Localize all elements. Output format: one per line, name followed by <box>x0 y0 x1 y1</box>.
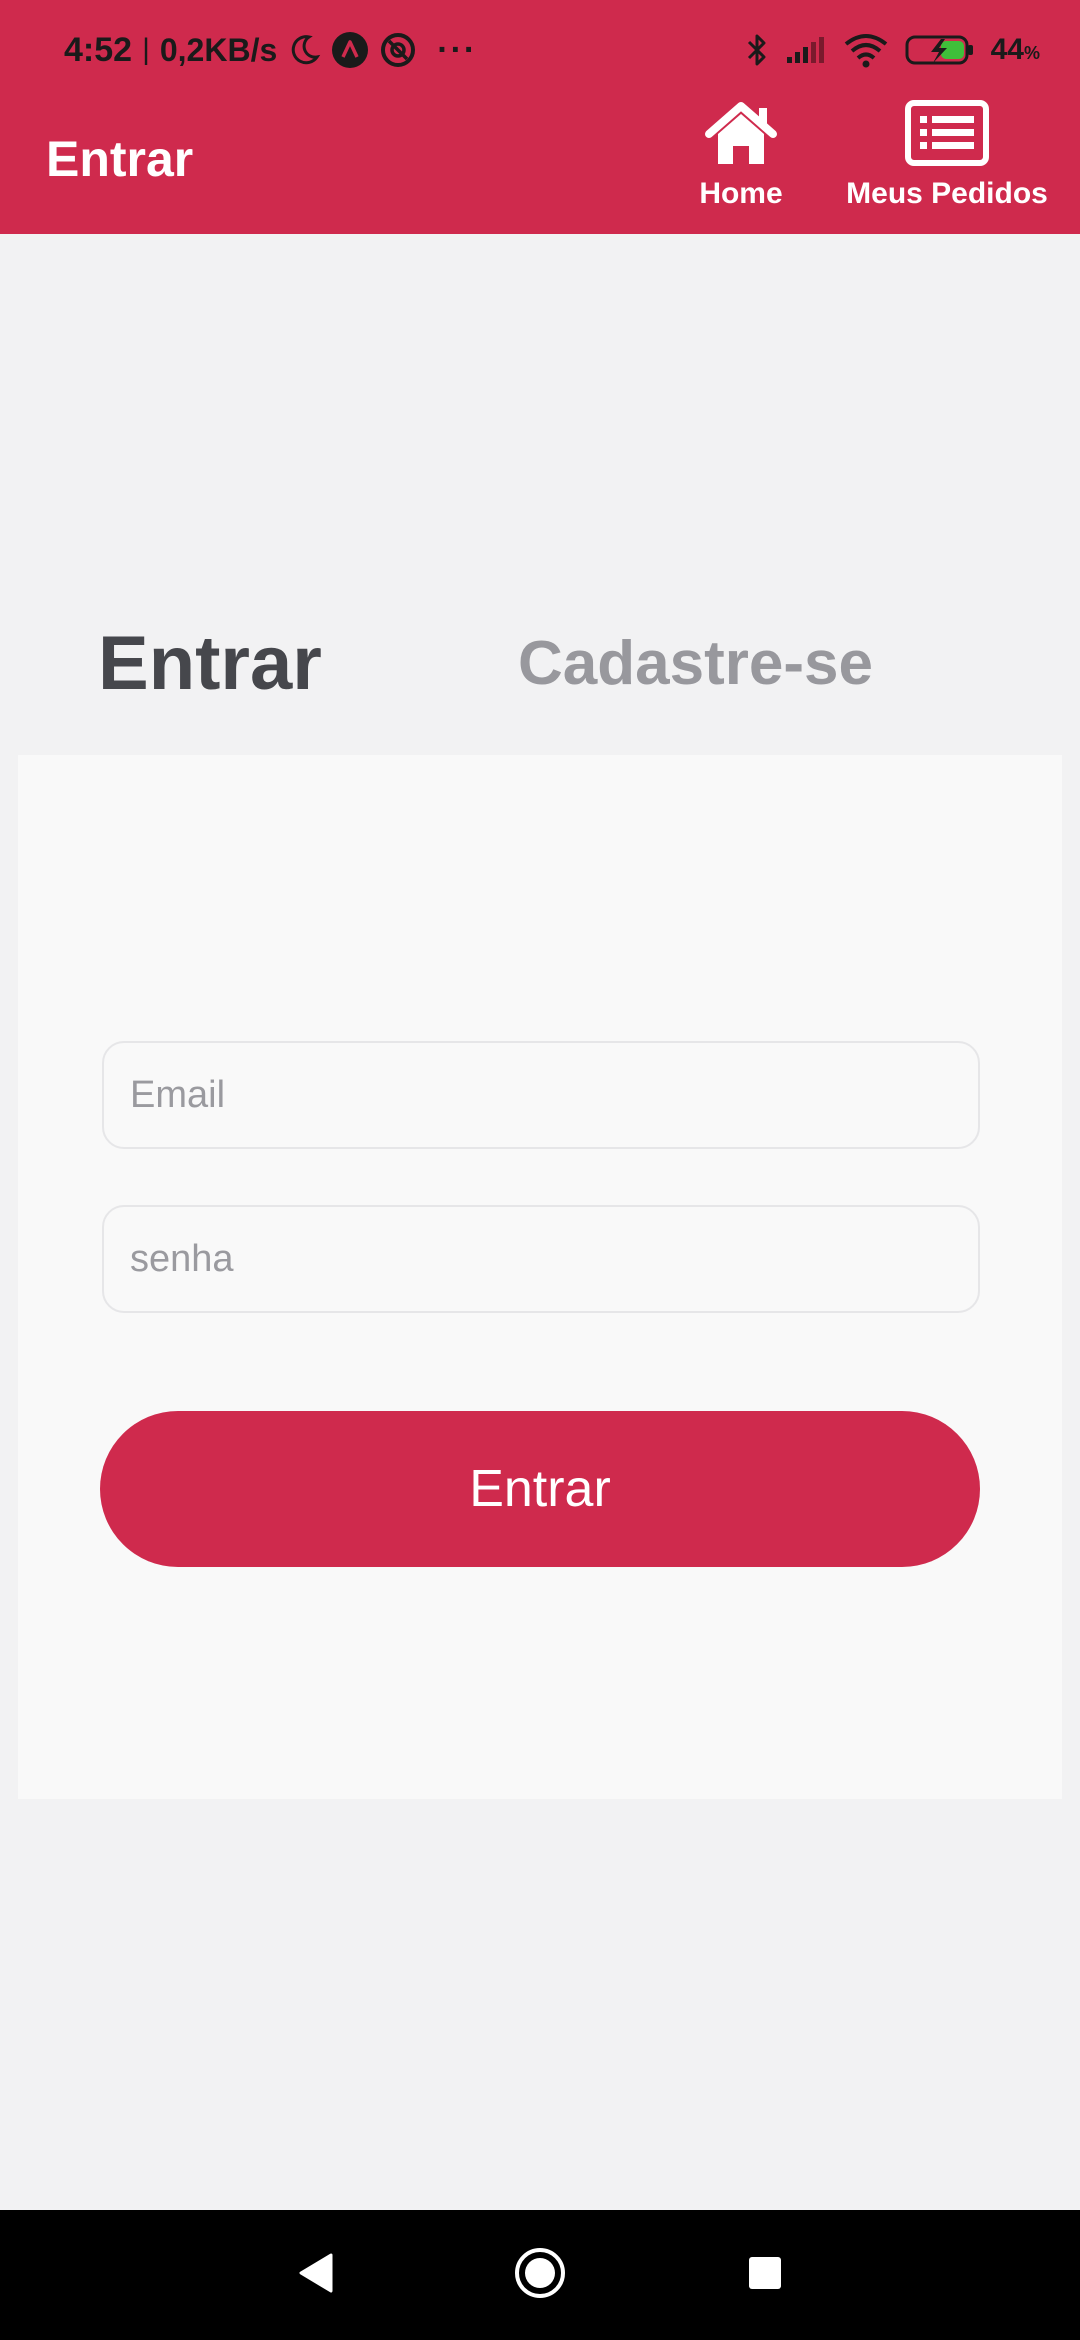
top-bar: 4:52 | 0,2KB/s ··· 44% Entrar Home Meus … <box>0 0 1080 234</box>
moon-icon <box>287 33 321 67</box>
back-icon <box>295 2251 335 2300</box>
recents-icon <box>747 2255 783 2296</box>
list-icon <box>904 100 990 171</box>
tab-register[interactable]: Cadastre-se <box>518 628 873 699</box>
more-notifications-icon: ··· <box>437 30 478 69</box>
screen: 4:52 | 0,2KB/s ··· 44% Entrar Home Meus … <box>0 0 1080 2340</box>
battery-level: 44% <box>991 33 1040 67</box>
my-orders-nav-label: Meus Pedidos <box>846 177 1048 210</box>
network-speed: 0,2KB/s <box>159 31 278 68</box>
login-card: Entrar <box>18 755 1062 1799</box>
auth-tabs: Entrar Cadastre-se <box>0 600 1080 730</box>
bluetooth-icon <box>745 31 769 69</box>
status-bar-left: 4:52 | 0,2KB/s ··· <box>64 26 477 74</box>
back-button[interactable] <box>280 2210 350 2340</box>
home-nav-label: Home <box>699 177 783 210</box>
recents-button[interactable] <box>730 2210 800 2340</box>
home-nav-button[interactable]: Home <box>690 100 792 211</box>
status-time: 4:52 <box>64 30 133 69</box>
app-at-icon <box>379 31 417 69</box>
battery-level-value: 44 <box>990 33 1024 66</box>
login-submit-label: Entrar <box>469 1460 611 1518</box>
tab-login[interactable]: Entrar <box>98 620 322 707</box>
status-separator: | <box>142 33 150 66</box>
cellular-signal-icon <box>785 35 827 65</box>
status-bar-right: 44% <box>745 26 1040 74</box>
login-submit-button[interactable]: Entrar <box>100 1411 980 1567</box>
home-circle-icon <box>513 2246 567 2305</box>
email-field[interactable] <box>102 1041 980 1149</box>
app-header: Entrar Home Meus Pedidos <box>0 100 1080 234</box>
battery-unit: % <box>1023 43 1040 63</box>
status-bar: 4:52 | 0,2KB/s ··· 44% <box>0 0 1080 100</box>
wifi-icon <box>843 32 889 68</box>
system-navigation-bar <box>0 2210 1080 2340</box>
battery-charging-icon <box>905 33 975 67</box>
page-title: Entrar <box>46 131 194 187</box>
home-icon <box>701 100 781 171</box>
system-home-button[interactable] <box>500 2210 580 2340</box>
password-field[interactable] <box>102 1205 980 1313</box>
app-a-icon <box>331 31 369 69</box>
my-orders-nav-button[interactable]: Meus Pedidos <box>836 100 1058 211</box>
